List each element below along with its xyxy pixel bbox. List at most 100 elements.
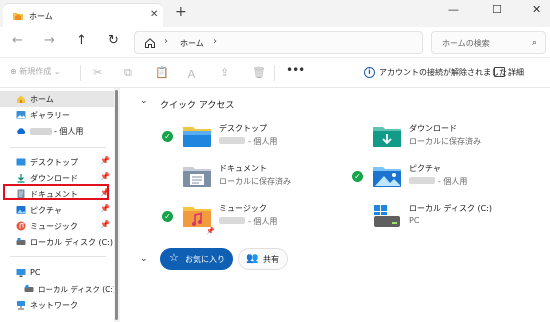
share-icon[interactable]: ⇪	[220, 66, 229, 79]
sidebar-item-pc[interactable]: PC	[0, 265, 114, 281]
new-button[interactable]: ⊕ 新規作成 ⌄	[10, 66, 61, 77]
back-button[interactable]: ←	[12, 33, 23, 48]
cut-icon[interactable]: ✂	[93, 66, 102, 79]
quick-access-item-documents[interactable]: ドキュメント ローカルに保存済み	[162, 162, 352, 196]
sidebar-item-music[interactable]: ミュージック 📌	[0, 218, 114, 234]
info-icon: i	[364, 67, 375, 78]
documents-folder-icon	[183, 167, 211, 187]
sidebar-item-gallery[interactable]: ギャラリー	[0, 107, 114, 123]
forward-button[interactable]: →	[44, 33, 55, 48]
item-name: ピクチャ	[409, 164, 441, 173]
close-window-button[interactable]: ✕	[532, 3, 541, 16]
new-tab-button[interactable]: +	[175, 4, 187, 20]
pictures-icon	[16, 206, 26, 214]
divider	[10, 147, 106, 148]
rename-icon[interactable]: Ａ	[186, 66, 197, 82]
tab-close-icon[interactable]: ✕	[150, 9, 158, 20]
sidebar-item-label: ローカル ディスク (C:)	[38, 285, 116, 294]
download-folder-icon	[373, 127, 401, 147]
sidebar-item-label: ギャラリー	[30, 111, 70, 120]
item-location: ローカルに保存済み	[219, 177, 291, 186]
breadcrumb-home[interactable]: ホーム	[180, 38, 204, 49]
home-icon	[145, 38, 155, 48]
item-location: PC	[409, 216, 420, 225]
redacted-name	[219, 217, 245, 224]
quick-access-item-music[interactable]: ✓ ミュージック - 個人用 📌	[162, 202, 352, 236]
sidebar-item-pc-local-disk[interactable]: ローカル ディスク (C:)	[0, 281, 116, 297]
search-box[interactable]: ホームの検索 ⌕	[431, 31, 546, 54]
divider	[10, 256, 106, 257]
maximize-button[interactable]: ☐	[492, 3, 502, 16]
network-icon	[17, 301, 25, 310]
delete-icon[interactable]: 🗑	[252, 66, 266, 79]
onedrive-icon	[17, 128, 26, 134]
quick-access-header[interactable]: クイック アクセス	[160, 98, 234, 111]
tab-home[interactable]: ホーム ✕	[3, 3, 163, 27]
quick-access-item-downloads[interactable]: ダウンロード ローカルに保存済み	[352, 122, 542, 156]
breadcrumb-separator[interactable]: ›	[213, 36, 217, 47]
quick-access-item-desktop[interactable]: ✓ デスクトップ - 個人用	[162, 122, 352, 156]
chevron-down-icon[interactable]: ⌄	[140, 96, 148, 106]
paste-icon[interactable]: 📋	[155, 66, 169, 79]
pin-icon: 📌	[100, 204, 110, 213]
sidebar-item-label: ピクチャ	[30, 206, 62, 215]
tab-label: ホーム	[29, 12, 53, 21]
sidebar-item-onedrive[interactable]: - 個人用	[0, 123, 114, 139]
music-icon	[16, 221, 26, 231]
sidebar-item-label: ローカル ディスク (C:)	[30, 238, 114, 247]
redacted-name	[30, 128, 52, 135]
main-content: ⌄ クイック アクセス ✓ デスクトップ - 個人用 ダウンロード ローカルに保…	[120, 88, 550, 322]
chevron-down-icon[interactable]: ⌄	[140, 254, 148, 264]
sync-check-icon: ✓	[352, 171, 363, 182]
quick-access-item-pictures[interactable]: ✓ ピクチャ - 個人用	[352, 162, 542, 196]
divider	[274, 65, 275, 81]
sidebar-item-network[interactable]: ネットワーク	[0, 297, 114, 313]
sync-check-icon: ✓	[162, 211, 173, 222]
pin-icon: 📌	[100, 172, 110, 181]
item-location: ローカルに保存済み	[409, 137, 481, 146]
sidebar-item-label: ダウンロード	[30, 174, 78, 183]
account-status-text[interactable]: アカウントの接続が解除されました	[379, 67, 507, 78]
tab-favorites[interactable]: ☆ お気に入り	[160, 248, 233, 270]
sidebar-item-label: - 個人用	[54, 127, 84, 136]
copy-icon[interactable]: ⧉	[124, 66, 132, 80]
sidebar-item-pictures[interactable]: ピクチャ 📌	[0, 202, 114, 218]
item-location: - 個人用	[438, 177, 468, 186]
item-location: - 個人用	[248, 217, 278, 226]
title-bar: ホーム ✕ + — ☐ ✕	[0, 0, 550, 27]
tab-label: お気に入り	[185, 255, 225, 264]
sidebar-item-label: デスクトップ	[30, 158, 78, 167]
search-input[interactable]: ホームの検索	[442, 38, 490, 49]
desktop-folder-icon	[183, 127, 211, 147]
people-icon: 👥	[246, 253, 259, 264]
music-folder-icon	[183, 207, 211, 227]
up-button[interactable]: ↑	[76, 33, 87, 48]
tab-shared[interactable]: 👥 共有	[238, 248, 288, 270]
item-name: デスクトップ	[219, 124, 267, 133]
sidebar-item-desktop[interactable]: デスクトップ 📌	[0, 154, 114, 170]
details-pane-icon	[494, 67, 505, 77]
highlight-box	[3, 184, 109, 200]
breadcrumb-separator[interactable]: ›	[164, 36, 168, 47]
divider	[80, 65, 81, 81]
download-icon	[17, 174, 25, 183]
sidebar-item-local-disk[interactable]: ローカル ディスク (C:)	[0, 234, 114, 250]
quick-access-item-local-disk[interactable]: ローカル ディスク (C:) PC	[352, 202, 542, 236]
refresh-button[interactable]: ↻	[108, 33, 119, 48]
home-folder-icon	[13, 13, 23, 20]
sidebar-item-home[interactable]: ホーム	[0, 91, 114, 107]
pin-icon: 📌	[100, 220, 110, 229]
more-options-button[interactable]: •••	[286, 63, 305, 77]
sync-check-icon: ✓	[162, 131, 173, 142]
drive-icon	[24, 285, 34, 292]
pin-icon: 📌	[100, 156, 110, 165]
scrollbar-thumb[interactable]	[115, 90, 118, 320]
redacted-name	[219, 137, 245, 144]
details-button[interactable]: 詳細	[508, 67, 524, 78]
address-bar[interactable]: › ホーム ›	[134, 31, 423, 54]
minimize-button[interactable]: —	[448, 3, 459, 16]
item-name: ダウンロード	[409, 124, 457, 133]
navigation-bar: ← → ↑ ↻ › ホーム › ホームの検索 ⌕	[0, 27, 550, 58]
navigation-pane: ホーム ギャラリー - 個人用 デスクトップ 📌 ダウンロード 📌 ドキュメント…	[0, 88, 116, 322]
search-icon: ⌕	[532, 38, 538, 48]
